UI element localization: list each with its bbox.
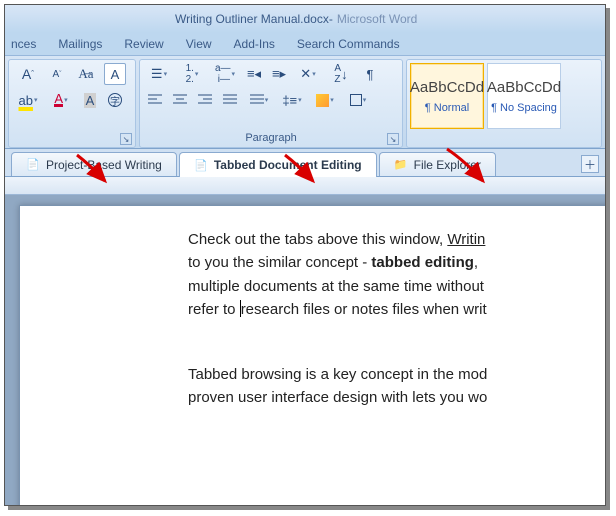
align-left-button[interactable] — [144, 89, 166, 111]
ribbon-tab[interactable]: Add-Ins — [234, 37, 275, 51]
line-spacing-button[interactable]: ‡≡▾ — [277, 89, 307, 111]
increase-indent-button[interactable]: ≡▸ — [268, 63, 290, 85]
show-hide-button[interactable]: ¶ — [359, 63, 381, 85]
document-icon: 📄 — [194, 158, 208, 172]
ribbon-tab[interactable]: Mailings — [58, 37, 102, 51]
body-text: Check out the tabs above this window, Wr… — [188, 228, 605, 321]
dialog-launcher-icon[interactable]: ↘ — [120, 133, 132, 145]
bullets-button[interactable]: ☰▾ — [144, 63, 174, 85]
multilevel-list-button[interactable]: a— i—▾ — [210, 63, 240, 85]
new-tab-button[interactable]: ＋ — [581, 155, 599, 173]
asian-layout-button[interactable]: ✕▾ — [293, 63, 323, 85]
style-normal[interactable]: AaBbCcDd ¶ Normal — [410, 63, 484, 129]
document-icon: 📄 — [26, 158, 40, 172]
page[interactable]: Check out the tabs above this window, Wr… — [19, 205, 605, 505]
document-tab[interactable]: 📄 Project-Based Writing — [11, 152, 177, 176]
document-area: Check out the tabs above this window, Wr… — [5, 177, 605, 505]
ribbon-tab[interactable]: Search Commands — [297, 37, 400, 51]
shrink-font-button[interactable]: Aˇ — [46, 63, 68, 85]
decrease-indent-button[interactable]: ≡◂ — [243, 63, 265, 85]
borders-button[interactable]: ▾ — [343, 89, 373, 111]
sort-button[interactable]: AZ↓ — [326, 63, 356, 85]
dialog-launcher-icon[interactable]: ↘ — [387, 133, 399, 145]
character-shading-button[interactable]: A — [79, 89, 101, 111]
distributed-button[interactable]: ▾ — [244, 89, 274, 111]
title-bar: Writing Outliner Manual.docx - Microsoft… — [5, 5, 605, 33]
ribbon-tab[interactable]: View — [186, 37, 212, 51]
horizontal-ruler[interactable] — [5, 177, 605, 195]
document-title: Writing Outliner Manual.docx — [175, 12, 329, 26]
app-name: Microsoft Word — [337, 12, 417, 26]
body-text: Tabbed browsing is a key concept in the … — [188, 363, 605, 410]
ribbon-tab-strip: nces Mailings Review View Add-Ins Search… — [5, 33, 605, 55]
document-tab[interactable]: 📁 File Explorer — [379, 152, 496, 176]
shading-button[interactable]: ▾ — [310, 89, 340, 111]
text-highlight-button[interactable]: ab▾ — [13, 89, 43, 111]
justify-button[interactable] — [219, 89, 241, 111]
styles-group: AaBbCcDd ¶ Normal AaBbCcDd ¶ No Spacing — [406, 59, 602, 148]
font-color-button[interactable]: A▾ — [46, 89, 76, 111]
plus-icon: ＋ — [584, 156, 596, 173]
document-tab-strip: 📄 Project-Based Writing 📄 Tabbed Documen… — [5, 149, 605, 177]
numbering-button[interactable]: 1.2.▾ — [177, 63, 207, 85]
clear-formatting-button[interactable]: A̶a — [71, 63, 101, 85]
group-label: Paragraph↘ — [144, 130, 398, 146]
ribbon-tab[interactable]: nces — [11, 37, 36, 51]
ribbon-tab[interactable]: Review — [124, 37, 163, 51]
grow-font-button[interactable]: Aˆ — [13, 63, 43, 85]
font-group: Aˆ Aˇ A̶a A ab▾ A▾ A 字 ↘ — [8, 59, 136, 148]
style-no-spacing[interactable]: AaBbCcDd ¶ No Spacing — [487, 63, 561, 129]
align-right-button[interactable] — [194, 89, 216, 111]
character-border-button[interactable]: A — [104, 63, 126, 85]
ribbon: Aˆ Aˇ A̶a A ab▾ A▾ A 字 ↘ ☰▾ 1.2.▾ — [5, 55, 605, 149]
enclose-characters-button[interactable]: 字 — [104, 89, 126, 111]
document-tab-active[interactable]: 📄 Tabbed Document Editing — [179, 152, 377, 177]
align-center-button[interactable] — [169, 89, 191, 111]
group-label: ↘ — [13, 130, 131, 146]
folder-icon: 📁 — [394, 158, 408, 172]
paragraph-group: ☰▾ 1.2.▾ a— i—▾ ≡◂ ≡▸ ✕▾ AZ↓ ¶ ▾ ‡≡▾ ▾ — [139, 59, 403, 148]
